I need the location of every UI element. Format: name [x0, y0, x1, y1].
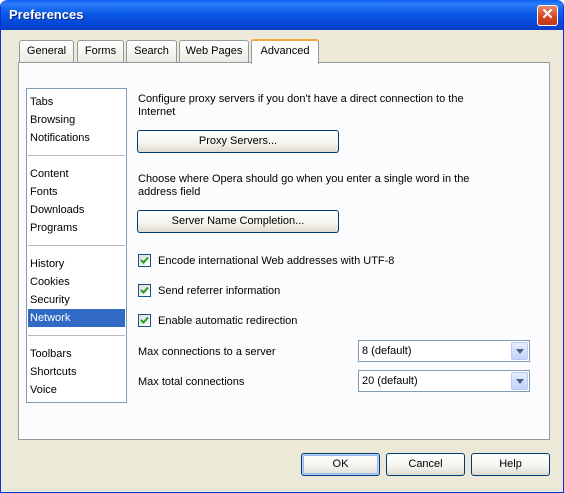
category-item-shortcuts[interactable]: Shortcuts [28, 363, 125, 381]
tab-label: Advanced [260, 45, 310, 57]
checkmark-icon [140, 286, 149, 294]
max-total-connections-select[interactable]: 20 (default) [358, 370, 530, 392]
proxy-description-line-2: Internet [138, 106, 176, 118]
category-item-content[interactable]: Content [28, 165, 125, 183]
automatic-redirection-label: Enable automatic redirection [158, 315, 298, 327]
tab-web-pages[interactable]: Web Pages [179, 40, 249, 62]
automatic-redirection-checkbox[interactable] [138, 314, 151, 327]
proxy-description-line-1: Configure proxy servers if you don't hav… [138, 93, 464, 105]
category-item-network[interactable]: Network [28, 309, 125, 327]
tab-advanced[interactable]: Advanced [251, 39, 319, 64]
encode-utf8-label: Encode international Web addresses with … [158, 255, 395, 267]
category-item-toolbars[interactable]: Toolbars [28, 345, 125, 363]
close-button[interactable]: ✕ [537, 5, 558, 26]
dropdown-button[interactable] [511, 342, 528, 360]
completion-description-line-2: address field [138, 186, 201, 198]
category-item-downloads[interactable]: Downloads [28, 201, 125, 219]
close-icon: ✕ [541, 6, 554, 23]
category-item-cookies[interactable]: Cookies [28, 273, 125, 291]
select-value: 20 (default) [362, 375, 418, 387]
category-item-voice[interactable]: Voice [28, 381, 125, 399]
tab-label: Search [134, 45, 169, 57]
tab-search[interactable]: Search [126, 40, 177, 62]
completion-description-line-1: Choose where Opera should go when you en… [138, 173, 470, 185]
send-referrer-checkbox[interactable] [138, 284, 151, 297]
server-name-completion-button[interactable]: Server Name Completion... [137, 210, 339, 233]
checkmark-icon [140, 316, 149, 324]
category-item-programs[interactable]: Programs [28, 219, 125, 237]
tab-general[interactable]: General [19, 40, 74, 62]
category-separator [28, 155, 125, 156]
title-bar: Preferences ✕ [1, 0, 563, 30]
category-item-browsing[interactable]: Browsing [28, 111, 125, 129]
window-title: Preferences [9, 7, 84, 22]
chevron-down-icon [516, 379, 524, 384]
encode-utf8-checkbox[interactable] [138, 254, 151, 267]
ok-button[interactable]: OK [301, 453, 380, 476]
category-item-fonts[interactable]: Fonts [28, 183, 125, 201]
chevron-down-icon [516, 349, 524, 354]
tab-forms[interactable]: Forms [77, 40, 124, 62]
proxy-servers-button[interactable]: Proxy Servers... [137, 130, 339, 153]
cancel-button[interactable]: Cancel [386, 453, 465, 476]
category-item-tabs[interactable]: Tabs [28, 93, 125, 111]
category-separator [28, 245, 125, 246]
max-total-connections-label: Max total connections [138, 376, 245, 388]
dropdown-button[interactable] [511, 372, 528, 390]
category-list[interactable]: Tabs Browsing Notifications Content Font… [26, 88, 127, 403]
checkmark-icon [140, 256, 149, 264]
max-connections-server-label: Max connections to a server [138, 346, 276, 358]
max-connections-server-select[interactable]: 8 (default) [358, 340, 530, 362]
category-separator [28, 335, 125, 336]
tab-label: Web Pages [185, 45, 243, 57]
category-item-history[interactable]: History [28, 255, 125, 273]
category-item-security[interactable]: Security [28, 291, 125, 309]
tab-label: General [26, 45, 67, 57]
help-button[interactable]: Help [471, 453, 550, 476]
preferences-dialog: Preferences ✕ General Forms Search Web P… [0, 0, 564, 493]
select-value: 8 (default) [362, 345, 412, 357]
category-item-notifications[interactable]: Notifications [28, 129, 125, 147]
tab-label: Forms [84, 45, 117, 57]
send-referrer-label: Send referrer information [158, 285, 281, 297]
